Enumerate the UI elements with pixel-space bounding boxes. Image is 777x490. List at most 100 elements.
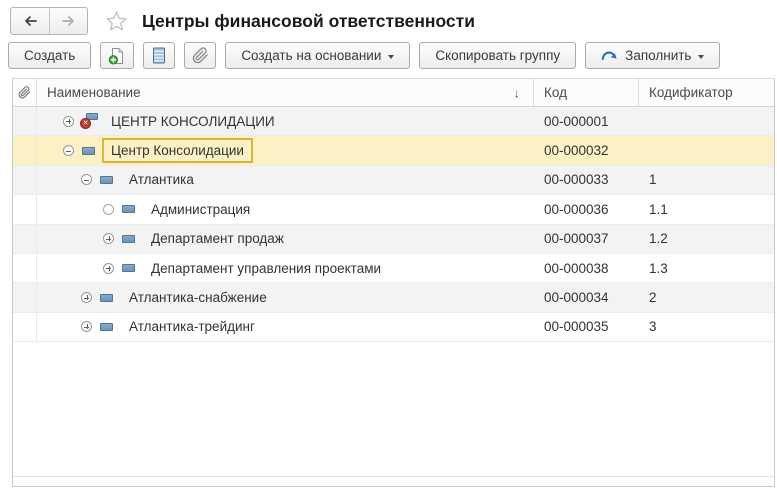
row-code[interactable]: 00-000036 — [534, 195, 639, 223]
row-name: Центр Консолидации — [111, 143, 244, 158]
group-icon: ✕ — [98, 172, 116, 188]
expander-icon[interactable] — [63, 145, 74, 156]
name-cell[interactable]: ✕ Департамент продаж — [37, 225, 534, 253]
back-button[interactable] — [11, 8, 49, 34]
table-body: ✕ ЦЕНТР КОНСОЛИДАЦИИ 00-000001 ✕ Центр К… — [13, 107, 774, 476]
table-row[interactable]: ✕ Департамент управления проектами 00-00… — [13, 254, 774, 283]
row-name: Департамент управления проектами — [151, 261, 381, 276]
row-code[interactable]: 00-000001 — [534, 107, 639, 135]
name-value-box: Департамент продаж — [142, 226, 293, 251]
create-based-on-button[interactable]: Создать на основании — [225, 42, 410, 69]
name-value-box: Атлантика-снабжение — [120, 285, 276, 310]
table-header: Наименование ↓ Код Кодификатор — [13, 79, 774, 107]
row-code[interactable]: 00-000034 — [534, 283, 639, 311]
fill-button[interactable]: Заполнить — [585, 42, 720, 69]
group-icon: ✕ — [120, 201, 138, 217]
name-value-box: ЦЕНТР КОНСОЛИДАЦИИ — [102, 109, 284, 134]
nav-buttons — [10, 7, 88, 35]
table-row[interactable]: ✕ Атлантика-снабжение 00-000034 2 — [13, 283, 774, 312]
table-row[interactable]: ✕ Атлантика-трейдинг 00-000035 3 — [13, 313, 774, 342]
codifier-column-header[interactable]: Кодификатор — [639, 79, 774, 106]
name-cell[interactable]: ✕ Департамент управления проектами — [37, 254, 534, 282]
row-name: Администрация — [151, 202, 250, 217]
row-codifier[interactable]: 2 — [639, 283, 774, 311]
attachments-cell — [13, 313, 37, 341]
new-group-document-icon — [108, 47, 126, 65]
create-based-on-label: Создать на основании — [241, 48, 381, 63]
row-codifier[interactable] — [639, 136, 774, 164]
row-codifier[interactable]: 1.3 — [639, 254, 774, 282]
page-title: Центры финансовой ответственности — [142, 11, 475, 32]
chevron-down-icon — [698, 55, 704, 59]
name-cell[interactable]: ✕ Атлантика-трейдинг — [37, 313, 534, 341]
paperclip-icon — [192, 47, 209, 64]
name-cell[interactable]: ✕ ЦЕНТР КОНСОЛИДАЦИИ — [37, 107, 534, 135]
code-column-header[interactable]: Код — [534, 79, 639, 106]
row-codifier[interactable]: 1.2 — [639, 225, 774, 253]
name-column-label: Наименование — [47, 85, 141, 100]
group-icon: ✕ — [120, 231, 138, 247]
expander-icon[interactable] — [81, 321, 92, 332]
row-name: Атлантика — [129, 172, 194, 187]
create-group-button[interactable] — [100, 42, 134, 69]
name-cell[interactable]: ✕ Администрация — [37, 195, 534, 223]
name-cell[interactable]: ✕ Центр Консолидации — [37, 136, 534, 164]
row-codifier[interactable]: 3 — [639, 313, 774, 341]
attachments-cell — [13, 136, 37, 164]
expander-icon[interactable] — [103, 233, 114, 244]
attachments-cell — [13, 107, 37, 135]
table-row[interactable]: ✕ Департамент продаж 00-000037 1.2 — [13, 225, 774, 254]
row-name: Атлантика-трейдинг — [129, 319, 255, 334]
row-code[interactable]: 00-000033 — [534, 166, 639, 194]
name-cell[interactable]: ✕ Атлантика — [37, 166, 534, 194]
row-codifier[interactable] — [639, 107, 774, 135]
list-icon — [152, 47, 166, 64]
fill-arrow-icon — [601, 49, 618, 62]
row-code[interactable]: 00-000032 — [534, 136, 639, 164]
row-name: ЦЕНТР КОНСОЛИДАЦИИ — [111, 114, 275, 129]
row-code[interactable]: 00-000035 — [534, 313, 639, 341]
expander-icon[interactable] — [81, 292, 92, 303]
table-row[interactable]: ✕ Атлантика 00-000033 1 — [13, 166, 774, 195]
table-row[interactable]: ✕ Администрация 00-000036 1.1 — [13, 195, 774, 224]
name-column-header[interactable]: Наименование ↓ — [37, 79, 534, 106]
fill-label: Заполнить — [625, 48, 691, 63]
row-codifier[interactable]: 1.1 — [639, 195, 774, 223]
name-value-box: Атлантика-трейдинг — [120, 314, 264, 339]
expander-icon[interactable] — [103, 204, 114, 215]
create-button[interactable]: Создать — [8, 42, 91, 69]
group-icon: ✕ — [98, 290, 116, 306]
expander-icon[interactable] — [103, 263, 114, 274]
expander-icon[interactable] — [63, 116, 74, 127]
forward-button[interactable] — [49, 8, 87, 34]
name-value-box: Департамент управления проектами — [142, 256, 390, 281]
table-row[interactable]: ✕ Центр Консолидации 00-000032 — [13, 136, 774, 165]
attachments-cell — [13, 283, 37, 311]
group-icon: ✕ — [80, 143, 98, 159]
row-code[interactable]: 00-000037 — [534, 225, 639, 253]
group-deleted-icon: ✕ — [80, 113, 98, 129]
row-codifier[interactable]: 1 — [639, 166, 774, 194]
group-icon: ✕ — [98, 319, 116, 335]
chevron-down-icon — [388, 55, 394, 59]
attachments-cell — [13, 195, 37, 223]
attachments-cell — [13, 225, 37, 253]
attachments-cell — [13, 254, 37, 282]
attachments-column-header[interactable] — [13, 79, 37, 106]
name-value-box: Центр Консолидации — [102, 138, 253, 163]
list-settings-button[interactable] — [143, 42, 175, 69]
table-row[interactable]: ✕ ЦЕНТР КОНСОЛИДАЦИИ 00-000001 — [13, 107, 774, 136]
row-code[interactable]: 00-000038 — [534, 254, 639, 282]
name-cell[interactable]: ✕ Атлантика-снабжение — [37, 283, 534, 311]
favorite-star-icon[interactable] — [105, 10, 128, 32]
copy-group-button[interactable]: Скопировать группу — [419, 42, 576, 69]
arrow-right-icon — [61, 15, 76, 27]
row-name: Департамент продаж — [151, 231, 284, 246]
horizontal-scrollbar[interactable] — [13, 476, 774, 486]
arrow-left-icon — [23, 15, 38, 27]
expander-icon[interactable] — [81, 174, 92, 185]
titlebar: Центры финансовой ответственности — [10, 7, 475, 35]
paperclip-icon — [18, 86, 31, 99]
sort-descending-icon: ↓ — [514, 85, 521, 100]
attachments-button[interactable] — [184, 42, 216, 69]
